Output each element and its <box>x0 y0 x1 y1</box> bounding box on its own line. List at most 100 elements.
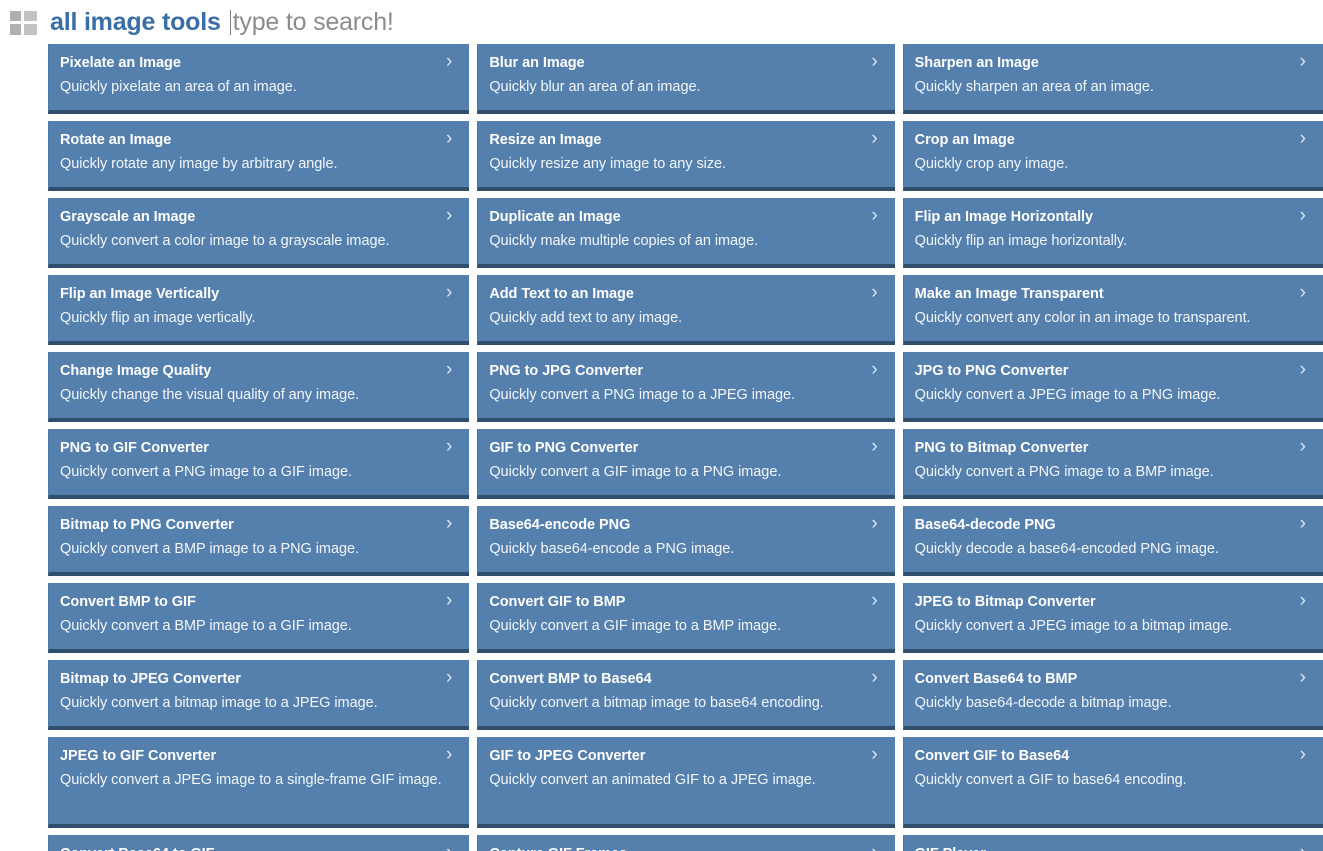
tool-card[interactable]: PNG to GIF Converter › Quickly convert a P… <box>48 429 470 499</box>
tool-card-header: Base64-encode PNG › <box>489 514 880 535</box>
chevron-right-icon[interactable]: › <box>1300 591 1309 610</box>
chevron-right-icon[interactable]: › <box>446 206 455 225</box>
chevron-right-icon[interactable]: › <box>446 437 455 456</box>
tool-card[interactable]: JPEG to GIF Converter › Quickly convert a … <box>48 737 470 828</box>
tool-card[interactable]: Resize an Image › Quickly resize any image… <box>477 121 895 191</box>
tool-card-title: Crop an Image <box>914 132 1015 148</box>
chevron-right-icon[interactable]: › <box>1300 283 1309 302</box>
chevron-right-icon[interactable]: › <box>1300 360 1309 379</box>
tool-card-description: Quickly convert a JPEG image to a PNG im… <box>914 387 1221 403</box>
chevron-right-icon[interactable]: › <box>871 206 880 225</box>
tool-card[interactable]: Convert Base64 to BMP › Quickly base64-dec… <box>902 660 1323 730</box>
tool-card[interactable]: Blur an Image › Quickly blur an area of an… <box>477 44 895 114</box>
tool-card[interactable]: Add Text to an Image › Quickly add text to… <box>477 275 895 345</box>
chevron-right-icon[interactable]: › <box>446 360 455 379</box>
chevron-right-icon[interactable]: › <box>1300 437 1309 456</box>
tool-card-title: Bitmap to JPEG Converter <box>60 671 241 687</box>
tool-card-description: Quickly make multiple copies of an image… <box>489 233 759 249</box>
tool-card-header: Convert GIF to Base64 › <box>915 745 1309 766</box>
chevron-right-icon[interactable]: › <box>871 52 880 71</box>
tool-card-description: Quickly crop any image. <box>914 156 1069 172</box>
tool-card[interactable]: Grayscale an Image › Quickly convert a col… <box>48 198 470 268</box>
tool-card[interactable]: Rotate an Image › Quickly rotate any image… <box>48 121 470 191</box>
tool-card[interactable]: Pixelate an Image › Quickly pixelate an ar… <box>48 44 470 114</box>
tool-card-description: Quickly pixelate an area of an image. <box>60 79 297 95</box>
tool-card-description: Quickly convert a JPEG image to a bitmap… <box>914 618 1233 634</box>
tool-card[interactable]: JPEG to Bitmap Converter › Quickly convert… <box>902 583 1323 653</box>
tool-card-description: Quickly convert any color in an image to… <box>914 310 1251 326</box>
tool-card[interactable]: Sharpen an Image › Quickly sharpen an area… <box>902 44 1323 114</box>
tool-card[interactable]: Convert GIF to Base64 › Quickly convert a … <box>902 737 1323 828</box>
tool-card[interactable]: Convert BMP to GIF › Quickly convert a BMP… <box>48 583 470 653</box>
tool-card[interactable]: GIF to JPEG Converter › Quickly convert an… <box>477 737 895 828</box>
tool-card[interactable]: Crop an Image › Quickly crop any image. <box>902 121 1323 191</box>
chevron-right-icon[interactable]: › <box>1300 843 1309 851</box>
chevron-right-icon[interactable]: › <box>446 591 455 610</box>
chevron-right-icon[interactable]: › <box>871 129 880 148</box>
tool-card-header: PNG to Bitmap Converter › <box>915 437 1309 458</box>
chevron-right-icon[interactable]: › <box>871 591 880 610</box>
tool-card-header: GIF to PNG Converter › <box>489 437 880 458</box>
chevron-right-icon[interactable]: › <box>871 360 880 379</box>
chevron-right-icon[interactable]: › <box>1300 668 1309 687</box>
tool-card[interactable]: Base64-decode PNG › Quickly decode a base6… <box>902 506 1323 576</box>
chevron-right-icon[interactable]: › <box>871 283 880 302</box>
tool-card[interactable]: Base64-encode PNG › Quickly base64-encode … <box>477 506 895 576</box>
tool-card[interactable]: Make an Image Transparent › Quickly conver… <box>902 275 1323 345</box>
tool-card-header: Convert BMP to GIF › <box>60 591 455 612</box>
chevron-right-icon[interactable]: › <box>871 514 880 533</box>
tool-card-title: Base64-encode PNG <box>489 517 631 533</box>
tool-card[interactable]: Capture GIF Frames›Quickly view and extr… <box>477 835 895 851</box>
tool-card-title: JPEG to Bitmap Converter <box>914 594 1096 610</box>
chevron-right-icon[interactable]: › <box>1300 745 1309 764</box>
chevron-right-icon[interactable]: › <box>871 437 880 456</box>
chevron-right-icon[interactable]: › <box>871 668 880 687</box>
tool-card-header: Bitmap to PNG Converter › <box>60 514 455 535</box>
chevron-right-icon[interactable]: › <box>1300 52 1309 71</box>
tool-card[interactable]: PNG to Bitmap Converter › Quickly convert … <box>902 429 1323 499</box>
tool-card[interactable]: GIF Player›Quickly play a GIF animation … <box>902 835 1323 851</box>
search-input[interactable] <box>232 7 873 37</box>
tool-card[interactable]: Bitmap to PNG Converter › Quickly convert … <box>48 506 470 576</box>
chevron-right-icon[interactable]: › <box>446 514 455 533</box>
tool-card-header: Convert Base64 to GIF › <box>60 843 455 851</box>
chevron-right-icon[interactable]: › <box>1300 206 1309 225</box>
chevron-right-icon[interactable]: › <box>446 668 455 687</box>
tool-card-header: JPEG to Bitmap Converter › <box>914 591 1309 612</box>
chevron-right-icon[interactable]: › <box>446 745 455 764</box>
chevron-right-icon[interactable]: › <box>1300 514 1309 533</box>
tool-card-header: GIF to JPEG Converter › <box>489 745 880 766</box>
tool-card[interactable]: Change Image Quality › Quickly change the … <box>48 352 470 422</box>
tool-card-header: Convert Base64 to BMP › <box>915 668 1309 689</box>
tool-card-title: GIF to JPEG Converter <box>489 748 646 764</box>
chevron-right-icon[interactable]: › <box>446 283 455 302</box>
tool-card-title: JPEG to GIF Converter <box>60 748 217 764</box>
tool-card-header: Make an Image Transparent › <box>915 283 1309 304</box>
tool-card-header: Flip an Image Vertically › <box>60 283 455 304</box>
search-area[interactable] <box>229 7 873 37</box>
tool-card[interactable]: PNG to JPG Converter › Quickly convert a P… <box>477 352 895 422</box>
tool-card[interactable]: Convert Base64 to GIF›Quickly decode bas… <box>48 835 470 851</box>
tool-card-title: Base64-decode PNG <box>914 517 1056 533</box>
tool-card[interactable]: Flip an Image Vertically › Quickly flip an… <box>48 275 470 345</box>
tool-card-description: Quickly convert a color image to a grays… <box>60 233 390 249</box>
tool-card[interactable]: JPG to PNG Converter › Quickly convert a J… <box>902 352 1323 422</box>
tool-card[interactable]: Flip an Image Horizontally › Quickly flip … <box>902 198 1323 268</box>
chevron-right-icon[interactable]: › <box>1300 129 1309 148</box>
tool-card[interactable]: Bitmap to JPEG Converter › Quickly convert… <box>48 660 470 730</box>
tool-card-title: PNG to GIF Converter <box>60 440 209 456</box>
chevron-right-icon[interactable]: › <box>871 745 880 764</box>
tool-card[interactable]: Convert BMP to Base64 › Quickly convert a … <box>477 660 895 730</box>
tool-card-title: GIF to PNG Converter <box>489 440 639 456</box>
tool-card-header: Add Text to an Image › <box>489 283 880 304</box>
chevron-right-icon[interactable]: › <box>446 129 455 148</box>
tool-card-title: Duplicate an Image <box>489 209 621 225</box>
chevron-right-icon[interactable]: › <box>871 843 880 851</box>
tool-card-description: Quickly blur an area of an image. <box>489 79 701 95</box>
chevron-right-icon[interactable]: › <box>446 843 455 851</box>
tool-card-description: Quickly decode a base64-encoded PNG imag… <box>914 541 1219 557</box>
tool-card[interactable]: Duplicate an Image › Quickly make multiple… <box>477 198 895 268</box>
chevron-right-icon[interactable]: › <box>446 52 455 71</box>
tool-card[interactable]: GIF to PNG Converter › Quickly convert a G… <box>477 429 895 499</box>
tool-card[interactable]: Convert GIF to BMP › Quickly convert a GIF… <box>477 583 895 653</box>
